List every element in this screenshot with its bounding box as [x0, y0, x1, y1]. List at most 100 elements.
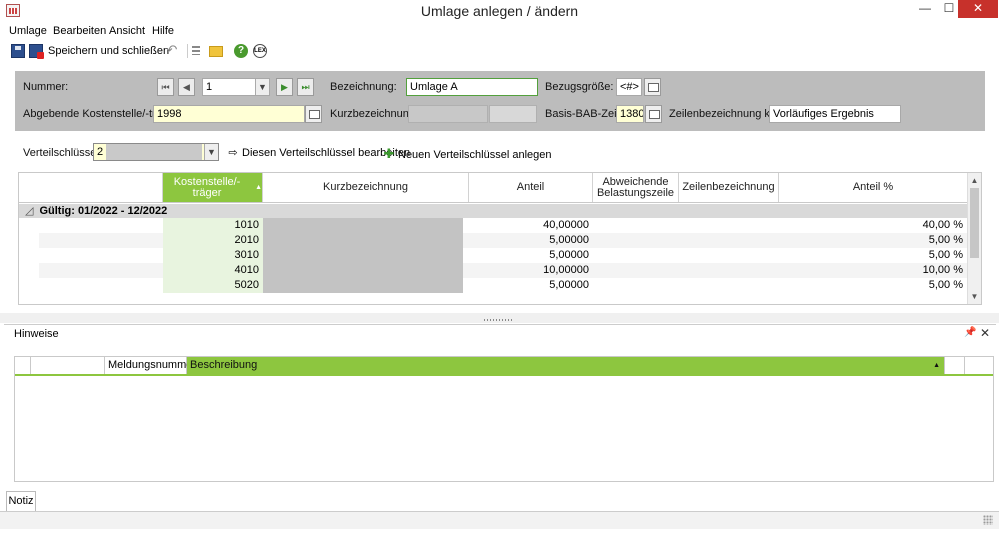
cell-anteil-prozent: 5,00 %: [928, 234, 963, 246]
basis-bab-picker-icon[interactable]: [645, 105, 662, 123]
splitter-grip[interactable]: [484, 319, 514, 321]
help-icon[interactable]: ?: [234, 44, 248, 58]
hinweise-grid: Meldungsnummer Beschreibung ▲: [14, 356, 994, 482]
column-header-anteil-prozent[interactable]: Anteil %: [779, 173, 967, 202]
cell-anteil-prozent: 5,00 %: [928, 279, 963, 291]
verteilschluessel-value: 2: [97, 146, 104, 158]
bezeichnung-input[interactable]: Umlage A: [406, 78, 538, 96]
zeilenbez-kurz-field: Vorläufiges Ergebnis: [769, 105, 901, 123]
cell-kurzbezeichnung: [263, 233, 463, 248]
group-label: Gültig: 01/2022 - 12/2022: [39, 205, 168, 217]
group-row[interactable]: ◿ Gültig: 01/2022 - 12/2022: [19, 204, 967, 218]
column-header-anteil[interactable]: Anteil: [469, 173, 593, 202]
cell-anteil: 40,00000: [543, 219, 589, 231]
tab-notiz[interactable]: Notiz: [6, 491, 36, 511]
column-header-meldungsnummer[interactable]: Meldungsnummer: [105, 357, 196, 374]
list-icon[interactable]: [187, 44, 201, 58]
save-close-button[interactable]: Speichern und schließen: [48, 45, 169, 57]
bezugsgroesse-picker-icon[interactable]: [644, 78, 661, 96]
lex-icon[interactable]: LEX: [253, 44, 267, 58]
cell-kurzbezeichnung: [263, 218, 463, 233]
kurzbezeichnung-field-2: [489, 105, 537, 123]
minimize-button[interactable]: —: [912, 0, 938, 18]
sort-ascending-icon: ▲: [255, 184, 262, 191]
grid-vertical-scrollbar[interactable]: ▲ ▼: [967, 173, 981, 304]
sort-ascending-icon: ▲: [933, 362, 940, 369]
cell-anteil-prozent: 10,00 %: [922, 264, 963, 276]
column-header-kostenstelle[interactable]: Kostenstelle/-träger ▲: [163, 173, 263, 202]
abgebende-input[interactable]: 1998: [153, 105, 305, 123]
scroll-up-icon[interactable]: ▲: [968, 174, 981, 187]
toolbar: Speichern und schließen ↶ ? LEX: [0, 43, 999, 61]
column-header-abweichende-belastungszeile[interactable]: Abweichende Belastungszeile: [593, 173, 679, 202]
collapse-icon[interactable]: ◿: [25, 205, 33, 217]
cell-kurzbezeichnung: [263, 278, 463, 293]
chevron-down-icon[interactable]: ▼: [255, 79, 269, 95]
window-title: Umlage anlegen / ändern: [420, 3, 579, 19]
grid-header-indicator: [19, 173, 163, 202]
table-row[interactable]: 2010 5,00000 5,00 %: [19, 233, 967, 248]
save-icon[interactable]: [11, 44, 25, 58]
nummer-value: 1: [206, 81, 213, 93]
save-close-icon[interactable]: [29, 44, 44, 59]
new-verteilschluessel-label: Neuen Verteilschlüssel anlegen: [398, 149, 552, 161]
chevron-down-icon[interactable]: ▼: [204, 144, 218, 160]
cell-anteil: 5,00000: [549, 249, 589, 261]
plus-icon: ✚: [383, 146, 395, 161]
table-row[interactable]: 1010 40,00000 40,00 %: [19, 218, 967, 233]
pin-icon[interactable]: 📌: [964, 327, 976, 338]
header-form-panel: Nummer: ⏮ ◀ 1 ▼ ▶ ⏭ Bezeichnung: Umlage …: [15, 71, 985, 131]
column-header-zeilenbezeichnung[interactable]: Zeilenbezeichnung: [679, 173, 779, 202]
msg-header-spacer: [31, 357, 105, 374]
column-header-beschreibung[interactable]: Beschreibung ▲: [187, 357, 945, 374]
grid-header: Kostenstelle/-träger ▲ Kurzbezeichnung A…: [19, 173, 967, 203]
basis-bab-input[interactable]: 1380: [616, 105, 644, 123]
cell-kostenstelle: 1010: [163, 218, 263, 233]
hinweise-title: Hinweise: [14, 328, 59, 340]
nav-prev-button[interactable]: ◀: [178, 78, 195, 96]
cell-anteil-prozent: 40,00 %: [922, 219, 963, 231]
cell-anteil-prozent: 5,00 %: [928, 249, 963, 261]
menu-bearbeiten[interactable]: Bearbeiten: [53, 25, 106, 37]
verteilung-grid: Kostenstelle/-träger ▲ Kurzbezeichnung A…: [18, 172, 982, 305]
undo-icon[interactable]: ↶: [165, 43, 179, 58]
scrollbar-thumb[interactable]: [970, 188, 979, 258]
cell-kostenstelle: 3010: [163, 248, 263, 263]
kurzbezeichnung-label: Kurzbezeichnung:: [330, 108, 419, 120]
msg-header-underline: [15, 374, 993, 376]
folder-icon[interactable]: [209, 46, 223, 57]
nav-next-button[interactable]: ▶: [276, 78, 293, 96]
table-row[interactable]: 4010 10,00000 10,00 %: [19, 263, 967, 278]
panel-splitter[interactable]: [0, 313, 999, 323]
menu-umlage[interactable]: Umlage: [9, 25, 47, 37]
new-verteilschluessel-button[interactable]: ✚ Neuen Verteilschlüssel anlegen: [383, 146, 552, 162]
bezeichnung-label: Bezeichnung:: [330, 81, 397, 93]
scroll-down-icon[interactable]: ▼: [968, 290, 981, 303]
title-bar: Umlage anlegen / ändern — ☐ ✕: [0, 0, 999, 22]
msg-header-extra: [945, 357, 965, 374]
menu-ansicht[interactable]: Ansicht: [109, 25, 145, 37]
cell-kurzbezeichnung: [263, 263, 463, 278]
close-icon[interactable]: ✕: [980, 326, 990, 340]
verteilschluessel-combo[interactable]: 2 ▼: [93, 143, 219, 161]
cell-kurzbezeichnung: [263, 248, 463, 263]
table-row[interactable]: 5020 5,00000 5,00 %: [19, 278, 967, 293]
status-bar: [0, 511, 999, 529]
table-row[interactable]: 3010 5,00000 5,00 %: [19, 248, 967, 263]
nummer-combo[interactable]: 1 ▼: [202, 78, 270, 96]
arrow-right-icon: ⇨: [228, 147, 238, 159]
nummer-label: Nummer:: [23, 81, 69, 93]
resize-grip-icon[interactable]: [983, 515, 993, 525]
bezugsgroesse-input[interactable]: <#>: [616, 78, 642, 96]
nav-first-button[interactable]: ⏮: [157, 78, 174, 96]
kurzbezeichnung-field: [408, 105, 488, 123]
close-button[interactable]: ✕: [958, 0, 998, 18]
column-header-kurzbezeichnung[interactable]: Kurzbezeichnung: [263, 173, 469, 202]
cell-kostenstelle: 4010: [163, 263, 263, 278]
cell-kostenstelle: 2010: [163, 233, 263, 248]
msg-header-indicator: [15, 357, 31, 374]
bezugsgroesse-label: Bezugsgröße:: [545, 81, 614, 93]
menu-hilfe[interactable]: Hilfe: [152, 25, 174, 37]
nav-last-button[interactable]: ⏭: [297, 78, 314, 96]
abgebende-picker-icon[interactable]: [305, 105, 322, 123]
